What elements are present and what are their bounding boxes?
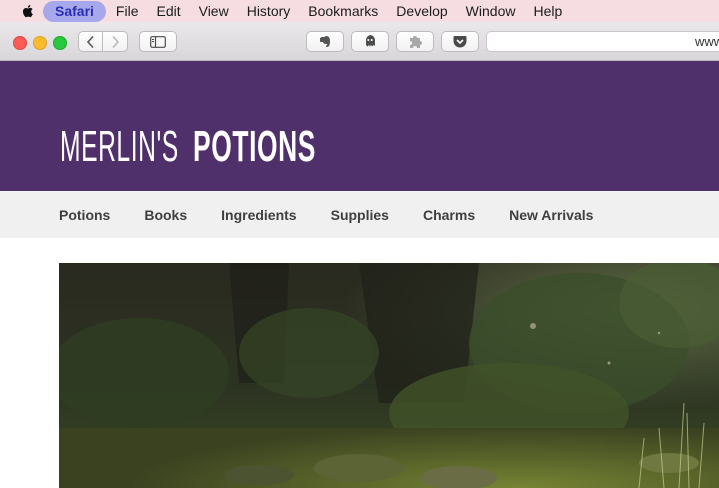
evernote-extension-button[interactable] [306, 31, 344, 52]
menu-edit[interactable]: Edit [147, 0, 189, 22]
hero-forest-image [59, 263, 719, 488]
menu-safari[interactable]: Safari [43, 0, 106, 22]
evernote-icon [320, 35, 330, 47]
sidebar-icon [150, 35, 166, 48]
close-window-button[interactable] [13, 36, 27, 50]
puzzle-icon [410, 35, 422, 48]
forward-button[interactable] [103, 31, 128, 52]
pocket-extension-button[interactable] [441, 31, 479, 52]
logo-light-text: MERLIN'S [60, 122, 179, 171]
ghostery-icon [366, 35, 375, 47]
site-logo[interactable]: MERLIN'S POTIONS [60, 125, 398, 169]
main-navigation: Potions Books Ingredients Supplies Charm… [0, 191, 719, 238]
extensions-button[interactable] [396, 31, 434, 52]
forward-icon [112, 35, 120, 48]
sidebar-button[interactable] [139, 31, 177, 52]
back-icon [86, 35, 94, 48]
back-button[interactable] [78, 31, 103, 52]
menu-view[interactable]: View [190, 0, 238, 22]
logo-bold-text: POTIONS [193, 122, 317, 171]
zoom-window-button[interactable] [53, 36, 67, 50]
nav-supplies[interactable]: Supplies [331, 207, 389, 223]
menu-bar: Safari File Edit View History Bookmarks … [0, 0, 719, 22]
nav-ingredients[interactable]: Ingredients [221, 207, 296, 223]
browser-toolbar: www [0, 22, 719, 61]
menu-file[interactable]: File [107, 0, 148, 22]
ghostery-extension-button[interactable] [351, 31, 389, 52]
menu-help[interactable]: Help [524, 0, 571, 22]
menu-bookmarks[interactable]: Bookmarks [299, 0, 387, 22]
menu-develop[interactable]: Develop [387, 0, 456, 22]
menu-history[interactable]: History [238, 0, 300, 22]
nav-charms[interactable]: Charms [423, 207, 475, 223]
nav-potions[interactable]: Potions [59, 207, 110, 223]
minimize-window-button[interactable] [33, 36, 47, 50]
nav-books[interactable]: Books [144, 207, 187, 223]
site-header: MERLIN'S POTIONS [0, 61, 719, 191]
address-bar[interactable]: www [486, 31, 719, 52]
apple-icon[interactable] [20, 3, 36, 19]
pocket-icon [453, 36, 467, 48]
nav-new-arrivals[interactable]: New Arrivals [509, 207, 593, 223]
menu-window[interactable]: Window [457, 0, 525, 22]
